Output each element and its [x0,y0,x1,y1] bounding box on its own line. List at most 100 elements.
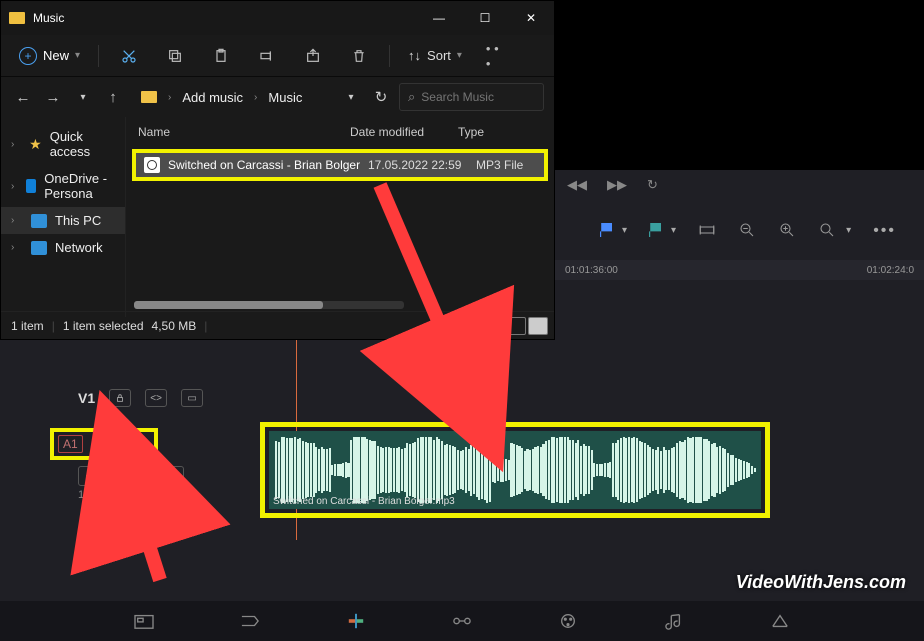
annotation-highlight: A1 Audio 1 [50,428,158,460]
status-count: 1 item [11,319,44,333]
lock-icon[interactable] [109,389,131,407]
chevron-down-icon[interactable]: ▾ [622,225,627,236]
window-title: Music [33,11,416,25]
link-icon[interactable]: ⎘ [106,466,128,486]
mute-button[interactable]: M [162,466,184,486]
fairlight-page-icon[interactable] [661,611,687,631]
minimize-button[interactable]: — [416,1,462,35]
new-button[interactable]: + New ▾ [11,43,88,69]
annotation-highlight-clip: Switched on Carcassi - Brian Bolger.mp3 [260,422,770,518]
track-v1-label: V1 [78,390,95,406]
file-explorer-window: Music — ☐ ✕ + New ▾ ↑↓ Sort ▾ • • • ← → … [0,0,555,340]
edit-page-icon[interactable] [343,611,369,631]
breadcrumb-item[interactable]: Add music [182,90,243,105]
track-v1-header[interactable]: V1 <> ▭ [50,380,230,416]
cloud-icon [26,179,36,193]
solo-button[interactable]: S [134,466,156,486]
chevron-right-icon: › [11,242,23,253]
folder-icon [141,91,157,103]
file-name: Switched on Carcassi - Brian Bolger [168,158,368,172]
breadcrumb-item[interactable]: Music [268,90,302,105]
color-page-icon[interactable] [555,611,581,631]
sidebar-item-quick-access[interactable]: › ★ Quick access [1,123,125,165]
deliver-page-icon[interactable] [767,611,793,631]
next-icon[interactable]: ▶▶ [607,177,627,193]
up-button[interactable]: ↑ [101,85,125,109]
paste-icon[interactable] [211,46,231,66]
file-row[interactable]: Switched on Carcassi - Brian Bolger 17.0… [136,153,544,177]
marker-flag-blue-icon[interactable] [600,223,612,237]
more-icon[interactable]: • • • [486,46,506,66]
status-size: 4,50 MB [152,319,197,333]
search-box[interactable]: ⌕ [399,83,544,111]
column-date[interactable]: Date modified [350,125,458,139]
delete-icon[interactable] [349,46,369,66]
sidebar: › ★ Quick access › OneDrive - Persona › … [1,117,126,317]
file-list-header[interactable]: Name Date modified Type [126,117,554,147]
folder-icon [9,12,25,24]
copy-icon[interactable] [165,46,185,66]
zoom-in-icon[interactable] [778,221,796,239]
sort-icon: ↑↓ [408,48,421,63]
recent-chevron-icon[interactable]: ▾ [71,85,95,109]
marker-flag-teal-icon[interactable] [649,223,661,237]
sidebar-item-this-pc[interactable]: › This PC [1,207,125,234]
zoom-icon[interactable] [818,221,836,239]
chevron-down-icon[interactable]: ▾ [339,85,363,109]
zoom-out-icon[interactable] [738,221,756,239]
page-tabs [0,601,924,641]
sidebar-item-network[interactable]: › Network [1,234,125,261]
track-a1-header[interactable]: A1 Audio 1 [50,426,230,462]
media-page-icon[interactable] [131,611,157,631]
sidebar-item-label: Quick access [50,129,115,159]
column-name[interactable]: Name [138,125,350,139]
more-icon[interactable]: ••• [873,222,896,240]
network-icon [31,241,47,255]
search-input[interactable] [421,90,535,104]
share-icon[interactable] [303,46,323,66]
track-a1-label: Audio 1 [95,436,142,452]
ruler-time: 01:02:24:0 [867,265,914,276]
track-clip-count: 1 Cl [50,489,230,501]
monitor-icon [31,214,47,228]
back-button[interactable]: ← [11,85,35,109]
track-a1-controls: ⎘ S M [50,466,230,486]
audio-clip[interactable]: Switched on Carcassi - Brian Bolger.mp3 [269,431,761,509]
rename-icon[interactable] [257,46,277,66]
command-bar: + New ▾ ↑↓ Sort ▾ • • • [1,35,554,77]
lock-icon[interactable] [78,466,100,486]
code-icon[interactable]: <> [145,389,167,407]
chevron-right-icon: › [11,215,23,226]
loop-icon[interactable]: ↻ [647,177,658,193]
breadcrumb[interactable]: › Add music › Music [141,90,333,105]
star-icon: ★ [29,136,42,153]
track-a1-dest[interactable]: A1 [58,435,83,453]
prev-icon[interactable]: ◀◀ [567,177,587,193]
cut-page-icon[interactable] [237,611,263,631]
chevron-down-icon: ▾ [75,50,80,61]
close-button[interactable]: ✕ [508,1,554,35]
titlebar[interactable]: Music — ☐ ✕ [1,1,554,35]
plus-circle-icon: + [19,47,37,65]
cut-icon[interactable] [119,46,139,66]
editor-transport-bar: ◀◀ ▶▶ ↻ [555,170,914,200]
chevron-right-icon: › [254,92,257,103]
refresh-button[interactable]: ↻ [369,85,393,109]
rect-icon[interactable]: ▭ [181,389,203,407]
sidebar-item-label: Network [55,240,103,255]
chevron-down-icon[interactable]: ▾ [846,225,851,236]
thumbnails-view-button[interactable] [528,317,548,335]
fusion-page-icon[interactable] [449,611,475,631]
forward-button[interactable]: → [41,85,65,109]
column-type[interactable]: Type [458,125,518,139]
sort-button[interactable]: ↑↓ Sort ▾ [400,44,470,67]
horizontal-scrollbar[interactable] [134,301,404,309]
editor-video-preview [555,0,924,170]
details-view-button[interactable] [506,317,526,335]
maximize-button[interactable]: ☐ [462,1,508,35]
chevron-down-icon[interactable]: ▾ [671,225,676,236]
timeline-ruler[interactable]: 01:01:36:00 01:02:24:0 [555,260,924,280]
range-icon[interactable] [698,221,716,239]
file-list: Name Date modified Type Switched on Carc… [126,117,554,317]
sidebar-item-onedrive[interactable]: › OneDrive - Persona [1,165,125,207]
